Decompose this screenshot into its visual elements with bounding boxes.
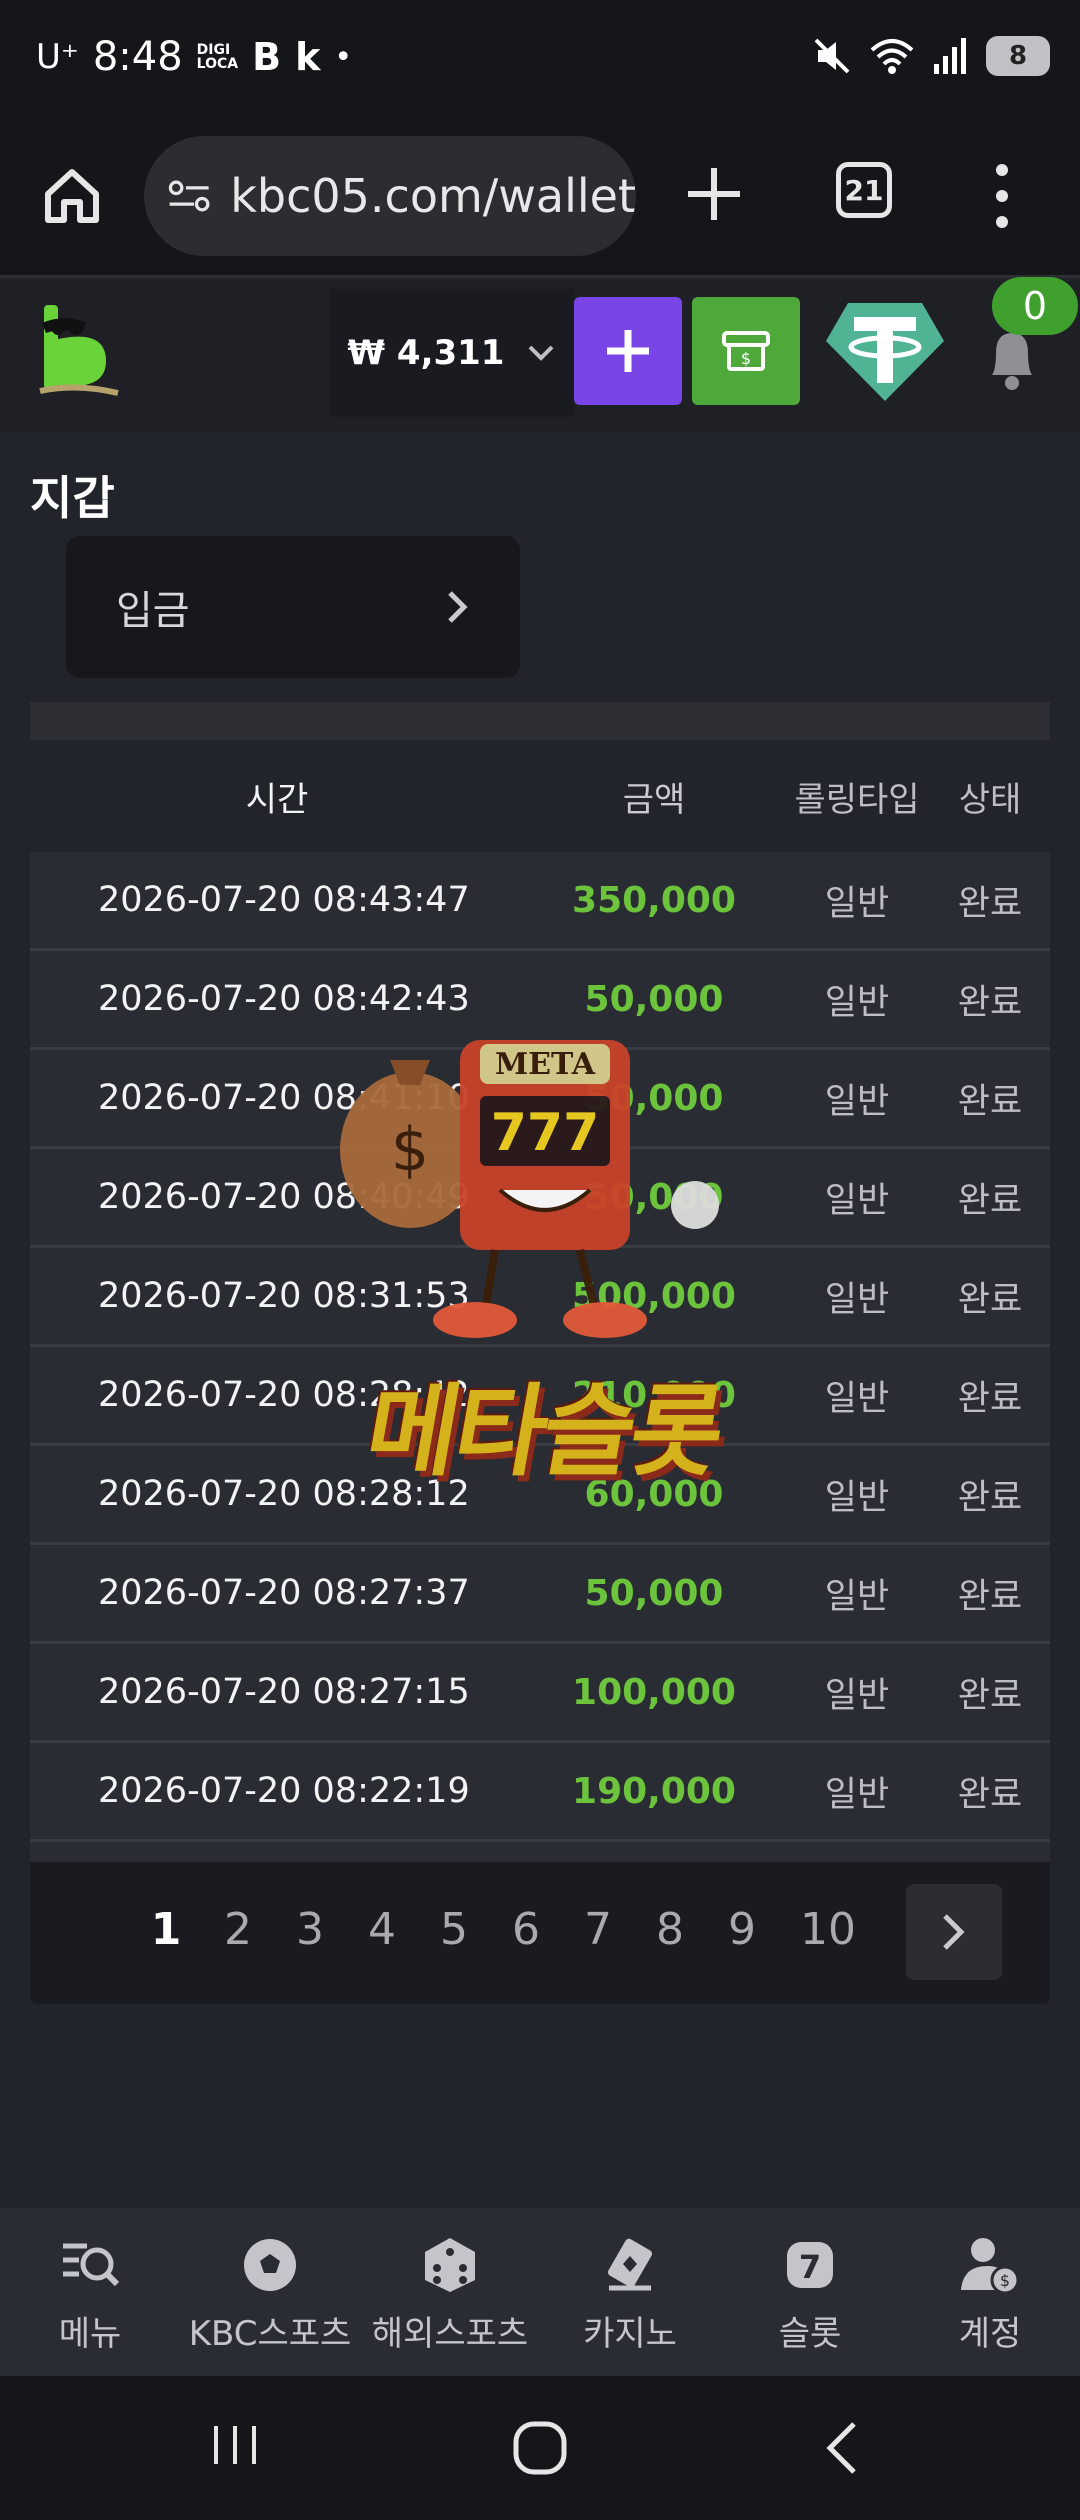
wifi-icon xyxy=(870,39,914,74)
nav-slot[interactable]: 7 슬롯 xyxy=(720,2208,900,2376)
new-tab-icon[interactable] xyxy=(680,160,748,228)
page-link-2[interactable]: 2 xyxy=(202,1904,274,1955)
digilocal-icon: DIGI LOCA xyxy=(196,42,239,72)
balance-amount: ₩ 4,311 xyxy=(347,333,505,373)
mute-icon xyxy=(814,38,850,74)
svg-text:$: $ xyxy=(391,1115,429,1185)
kbc-logo-icon[interactable] xyxy=(36,299,122,399)
browser-toolbar: kbc05.com/wallet 21 xyxy=(0,124,1080,278)
clock: 8:48 xyxy=(92,34,183,80)
battery-indicator: 8 xyxy=(986,36,1050,76)
watermark-reels: 777 xyxy=(491,1103,600,1163)
url-text: kbc05.com/wallet xyxy=(230,169,636,223)
column-time: 시간 xyxy=(245,779,309,820)
more-notifications-dot: • xyxy=(334,39,353,75)
soccer-ball-icon xyxy=(244,2239,296,2291)
svg-text:$: $ xyxy=(741,349,751,368)
column-amount: 금액 xyxy=(622,779,686,820)
table-row: 2026-07-20 08:43:47 350,000 일반 완료 xyxy=(30,852,1050,951)
column-status: 상태 xyxy=(958,779,1022,820)
carrier-label: U⁺ xyxy=(36,37,79,77)
menu-search-icon xyxy=(63,2243,120,2287)
recent-apps-icon[interactable] xyxy=(210,2420,260,2470)
column-rolling-type: 롤링타입 xyxy=(794,779,920,820)
table-row: 2026-07-20 08:27:37 50,000 일반 완료 xyxy=(30,1545,1050,1644)
pagination: 1 2 3 4 5 6 7 8 9 10 xyxy=(30,1862,1050,2004)
app-k-icon: k xyxy=(295,35,321,79)
nav-account[interactable]: $ 계정 xyxy=(900,2208,1080,2376)
nav-overseas-sports[interactable]: 해외스포츠 xyxy=(360,2208,540,2376)
svg-text:$: $ xyxy=(1000,2271,1010,2290)
cards-icon xyxy=(607,2238,653,2291)
nav-kbc-sports[interactable]: KBC스포츠 xyxy=(180,2208,360,2376)
app-b-icon: B xyxy=(252,35,282,79)
page-title: 지갑 xyxy=(30,471,115,525)
home-icon[interactable] xyxy=(40,164,104,228)
page-link-8[interactable]: 8 xyxy=(634,1904,706,1955)
nav-menu[interactable]: 메뉴 xyxy=(0,2208,180,2376)
page-link-3[interactable]: 3 xyxy=(274,1904,346,1955)
nav-casino[interactable]: 카지노 xyxy=(540,2208,720,2376)
table-top-strip xyxy=(30,702,1050,740)
table-row: 2026-07-20 08:22:19 190,000 일반 완료 xyxy=(30,1743,1050,1842)
site-settings-icon[interactable] xyxy=(168,176,210,216)
next-page-button[interactable] xyxy=(906,1884,1002,1980)
address-bar[interactable]: kbc05.com/wallet xyxy=(144,136,636,256)
signal-icon xyxy=(934,38,966,74)
table-header: 시간 금액 롤링타입 상태 xyxy=(30,740,1050,852)
deposit-button[interactable]: 입금 xyxy=(66,536,520,678)
browser-menu-icon[interactable] xyxy=(990,164,1014,228)
chevron-down-icon xyxy=(529,345,554,361)
page-link-9[interactable]: 9 xyxy=(706,1904,778,1955)
home-circle-icon[interactable] xyxy=(512,2420,568,2476)
watermark-badge: META xyxy=(495,1047,596,1082)
page-link-6[interactable]: 6 xyxy=(490,1904,562,1955)
balance-dropdown[interactable]: ₩ 4,311 xyxy=(330,289,574,417)
page-link-5[interactable]: 5 xyxy=(418,1904,490,1955)
table-row: 2026-07-20 08:27:15 100,000 일반 완료 xyxy=(30,1644,1050,1743)
notification-badge: 0 xyxy=(992,277,1078,335)
chevron-right-icon xyxy=(448,591,468,623)
status-bar: U⁺ 8:48 DIGI LOCA B k • 8 xyxy=(0,0,1080,124)
watermark-text: 메타슬롯 xyxy=(357,1373,730,1490)
plus-icon xyxy=(607,330,649,372)
deposit-label: 입금 xyxy=(116,588,190,634)
add-funds-button[interactable] xyxy=(574,297,682,405)
back-icon[interactable] xyxy=(822,2420,862,2476)
system-navigation-bar xyxy=(0,2376,1080,2520)
site-header: ₩ 4,311 $ 0 xyxy=(0,277,1080,431)
cash-wallet-button[interactable]: $ xyxy=(692,297,800,405)
account-icon: $ xyxy=(961,2238,1020,2295)
page-link-1[interactable]: 1 xyxy=(130,1904,202,1955)
page-link-10[interactable]: 10 xyxy=(778,1904,878,1955)
slot-seven-icon: 7 xyxy=(787,2242,833,2288)
tab-switcher-button[interactable]: 21 xyxy=(836,162,892,218)
cash-register-icon: $ xyxy=(722,331,770,371)
chevron-right-icon xyxy=(943,1914,965,1950)
svg-text:7: 7 xyxy=(799,2248,821,2286)
page-link-7[interactable]: 7 xyxy=(562,1904,634,1955)
tether-usdt-icon[interactable] xyxy=(824,299,946,403)
bottom-navigation: 메뉴 KBC스포츠 해외스포츠 카지노 7 슬롯 $ 계정 xyxy=(0,2208,1080,2376)
dice-icon xyxy=(425,2238,475,2292)
page-link-4[interactable]: 4 xyxy=(346,1904,418,1955)
